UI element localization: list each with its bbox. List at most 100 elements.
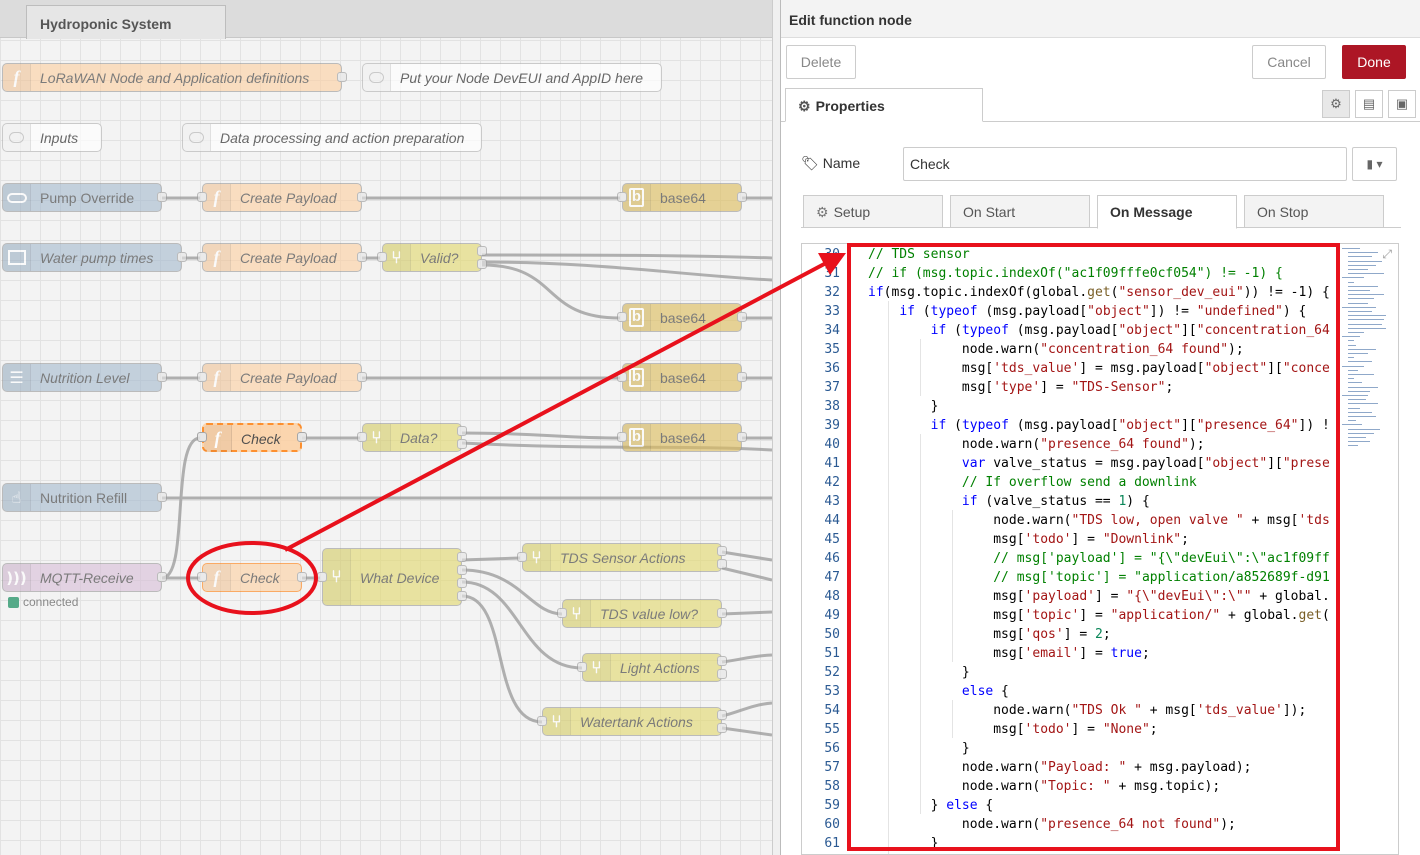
node-create-payload[interactable]: f Create Payload bbox=[197, 183, 367, 212]
output-port[interactable] bbox=[297, 432, 307, 442]
output-port[interactable] bbox=[157, 372, 167, 382]
output-port[interactable] bbox=[737, 372, 747, 382]
comment-put-devui[interactable]: Put your Node DevEUI and AppID here bbox=[362, 63, 662, 92]
delete-button[interactable]: Delete bbox=[786, 45, 856, 79]
tab-setup[interactable]: ⚙ Setup bbox=[803, 195, 943, 228]
output-port[interactable] bbox=[457, 578, 467, 588]
node-create-payload[interactable]: f Create Payload bbox=[197, 363, 367, 392]
node-data-switch[interactable]: ⑂ Data? bbox=[357, 423, 467, 452]
node-base64[interactable]: b base64 bbox=[617, 423, 747, 452]
input-port[interactable] bbox=[377, 252, 387, 262]
sidebar-resize-handle[interactable] bbox=[772, 0, 780, 855]
output-port[interactable] bbox=[717, 669, 727, 679]
tab-on-start[interactable]: On Start bbox=[950, 195, 1090, 228]
node-watertank-actions[interactable]: ⑂ Watertank Actions bbox=[537, 707, 727, 736]
node-base64[interactable]: b base64 bbox=[617, 303, 747, 332]
minimap-line bbox=[1348, 357, 1354, 359]
output-port[interactable] bbox=[457, 565, 467, 575]
done-button[interactable]: Done bbox=[1342, 45, 1406, 79]
output-port[interactable] bbox=[717, 656, 727, 666]
input-port[interactable] bbox=[577, 662, 587, 672]
node-appearance-button[interactable]: ▣ bbox=[1388, 90, 1416, 118]
output-port[interactable] bbox=[477, 259, 487, 269]
output-port[interactable] bbox=[457, 552, 467, 562]
input-port[interactable] bbox=[517, 552, 527, 562]
output-port[interactable] bbox=[357, 372, 367, 382]
node-properties-button[interactable]: ⚙ bbox=[1322, 90, 1350, 118]
input-port[interactable] bbox=[197, 192, 207, 202]
cancel-button[interactable]: Cancel bbox=[1252, 45, 1326, 79]
output-port[interactable] bbox=[157, 572, 167, 582]
output-port[interactable] bbox=[457, 426, 467, 436]
input-port[interactable] bbox=[617, 372, 627, 382]
comment-inputs[interactable]: Inputs bbox=[2, 123, 102, 152]
status-dot bbox=[8, 596, 19, 608]
node-what-device[interactable]: ⑂ What Device bbox=[317, 548, 467, 606]
output-port[interactable] bbox=[177, 252, 187, 262]
expand-icon[interactable]: ⤢ bbox=[1382, 247, 1392, 262]
output-port[interactable] bbox=[477, 246, 487, 256]
code-line: msg['qos'] = 2; bbox=[868, 627, 1111, 642]
input-port[interactable] bbox=[617, 312, 627, 322]
code-minimap[interactable] bbox=[1340, 244, 1386, 454]
output-port[interactable] bbox=[337, 72, 347, 82]
code-line: else { bbox=[961, 684, 1009, 699]
input-port[interactable] bbox=[197, 372, 207, 382]
output-port[interactable] bbox=[717, 559, 727, 569]
node-base64[interactable]: b base64 bbox=[617, 183, 747, 212]
output-port[interactable] bbox=[297, 572, 307, 582]
output-port[interactable] bbox=[717, 710, 727, 720]
output-port[interactable] bbox=[717, 608, 727, 618]
input-port[interactable] bbox=[537, 716, 547, 726]
input-port[interactable] bbox=[557, 608, 567, 618]
node-pump-override[interactable]: Pump Override bbox=[2, 183, 167, 212]
input-port[interactable] bbox=[197, 572, 207, 582]
minimap-line bbox=[1348, 369, 1358, 371]
tab-on-message[interactable]: On Message bbox=[1097, 195, 1237, 229]
tab-properties[interactable]: ⚙ Properties bbox=[785, 88, 983, 122]
code-editor[interactable]: 30 31 32 33 34 35 36 37 38 39 40 41 42 43 44 45 46 47 48 49… bbox=[801, 243, 1399, 855]
node-description-button[interactable]: ▤ bbox=[1355, 90, 1383, 118]
input-port[interactable] bbox=[197, 432, 207, 442]
icon-picker-button[interactable]: ▮ ▾ bbox=[1352, 147, 1397, 181]
output-port[interactable] bbox=[717, 546, 727, 556]
input-port[interactable] bbox=[357, 432, 367, 442]
output-port[interactable] bbox=[357, 192, 367, 202]
node-check-selected[interactable]: f Check bbox=[197, 423, 307, 452]
node-create-payload[interactable]: f Create Payload bbox=[197, 243, 367, 272]
input-port[interactable] bbox=[617, 432, 627, 442]
input-port[interactable] bbox=[617, 192, 627, 202]
output-port[interactable] bbox=[737, 432, 747, 442]
node-tds-sensor-actions[interactable]: ⑂ TDS Sensor Actions bbox=[517, 543, 727, 572]
node-mqtt-receive[interactable]: ))) MQTT-Receive bbox=[2, 563, 167, 592]
frame-icon: ▣ bbox=[1395, 96, 1409, 111]
output-port[interactable] bbox=[457, 439, 467, 449]
input-port[interactable] bbox=[197, 252, 207, 262]
output-port[interactable] bbox=[457, 591, 467, 601]
node-base64[interactable]: b base64 bbox=[617, 363, 747, 392]
minimap-line bbox=[1348, 302, 1368, 304]
node-water-pump-times[interactable]: Water pump times bbox=[2, 243, 187, 272]
node-lorawan-definitions[interactable]: f LoRaWAN Node and Application definitio… bbox=[2, 63, 347, 92]
output-port[interactable] bbox=[717, 723, 727, 733]
line-number: 47 bbox=[824, 570, 840, 585]
node-check[interactable]: f Check bbox=[197, 563, 307, 592]
output-port[interactable] bbox=[737, 312, 747, 322]
node-nutrition-level[interactable]: ☰ Nutrition Level bbox=[2, 363, 167, 392]
node-tds-value-low[interactable]: ⑂ TDS value low? bbox=[557, 599, 727, 628]
output-port[interactable] bbox=[157, 492, 167, 502]
node-valid-switch[interactable]: ⑂ Valid? bbox=[377, 243, 487, 272]
name-input[interactable]: Check bbox=[903, 147, 1347, 181]
output-port[interactable] bbox=[157, 192, 167, 202]
node-nutrition-refill[interactable]: ☝ Nutrition Refill bbox=[2, 483, 167, 512]
line-number: 50 bbox=[824, 627, 840, 642]
output-port[interactable] bbox=[357, 252, 367, 262]
tab-on-stop[interactable]: On Stop bbox=[1244, 195, 1384, 228]
output-port[interactable] bbox=[737, 192, 747, 202]
input-port[interactable] bbox=[317, 572, 327, 582]
line-number: 38 bbox=[824, 399, 840, 414]
flow-canvas[interactable]: Hydroponic System f LoRaWAN Node and App… bbox=[0, 0, 772, 855]
node-light-actions[interactable]: ⑂ Light Actions bbox=[577, 653, 727, 682]
code-line: if(msg.topic.indexOf(global.get("sensor_… bbox=[868, 285, 1330, 300]
comment-data-processing[interactable]: Data processing and action preparation bbox=[182, 123, 482, 152]
